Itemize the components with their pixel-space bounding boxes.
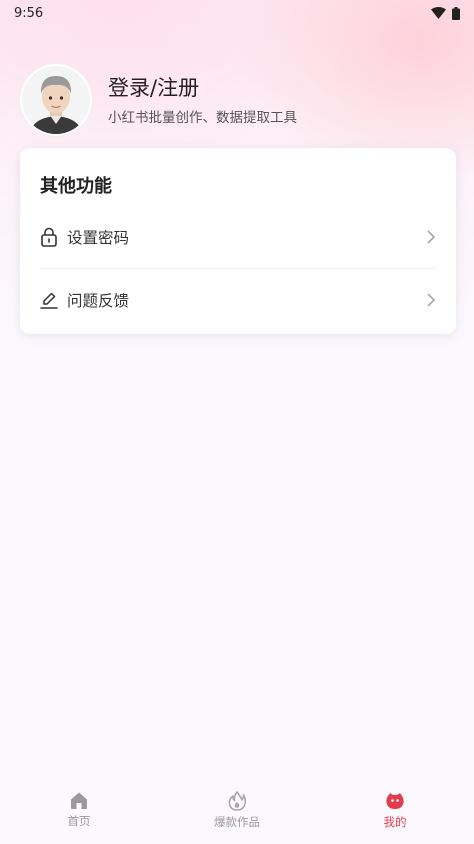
nav-label: 我的 [383,814,407,829]
avatar[interactable] [20,64,92,136]
menu-item-label: 问题反馈 [67,291,130,310]
edit-icon [40,292,58,309]
status-time: 9:56 [14,5,44,21]
menu-item-label: 设置密码 [67,229,130,247]
avatar-image [22,66,90,134]
chevron-right-icon [427,230,435,244]
lock-icon [41,227,57,247]
bottom-nav: 首页 爆款作品 我的 [0,776,474,844]
profile-header[interactable]: 登录/注册 小红书批量创作、数据提取工具 [20,64,297,136]
card-title: 其他功能 [40,176,112,197]
login-register-link[interactable]: 登录/注册 [108,74,297,102]
menu-item-set-password[interactable]: 设置密码 [40,206,436,268]
nav-home[interactable]: 首页 [0,776,158,844]
nav-mine[interactable]: 我的 [316,776,474,844]
fire-icon [228,790,246,811]
chevron-right-icon [427,293,435,306]
other-functions-card: 其他功能 设置密码 问题反馈 [20,148,456,334]
nav-label: 首页 [67,814,91,828]
status-icons [431,6,460,20]
profile-text: 登录/注册 小红书批量创作、数据提取工具 [108,74,297,126]
mine-icon [386,792,404,809]
status-bar: 9:56 [0,0,474,26]
menu-item-feedback[interactable]: 问题反馈 [40,268,436,330]
home-icon [71,792,87,809]
battery-icon [452,6,460,20]
wifi-icon [431,7,446,19]
profile-subtitle: 小红书批量创作、数据提取工具 [108,110,297,126]
nav-hot-works[interactable]: 爆款作品 [158,776,316,844]
nav-label: 爆款作品 [214,814,260,829]
